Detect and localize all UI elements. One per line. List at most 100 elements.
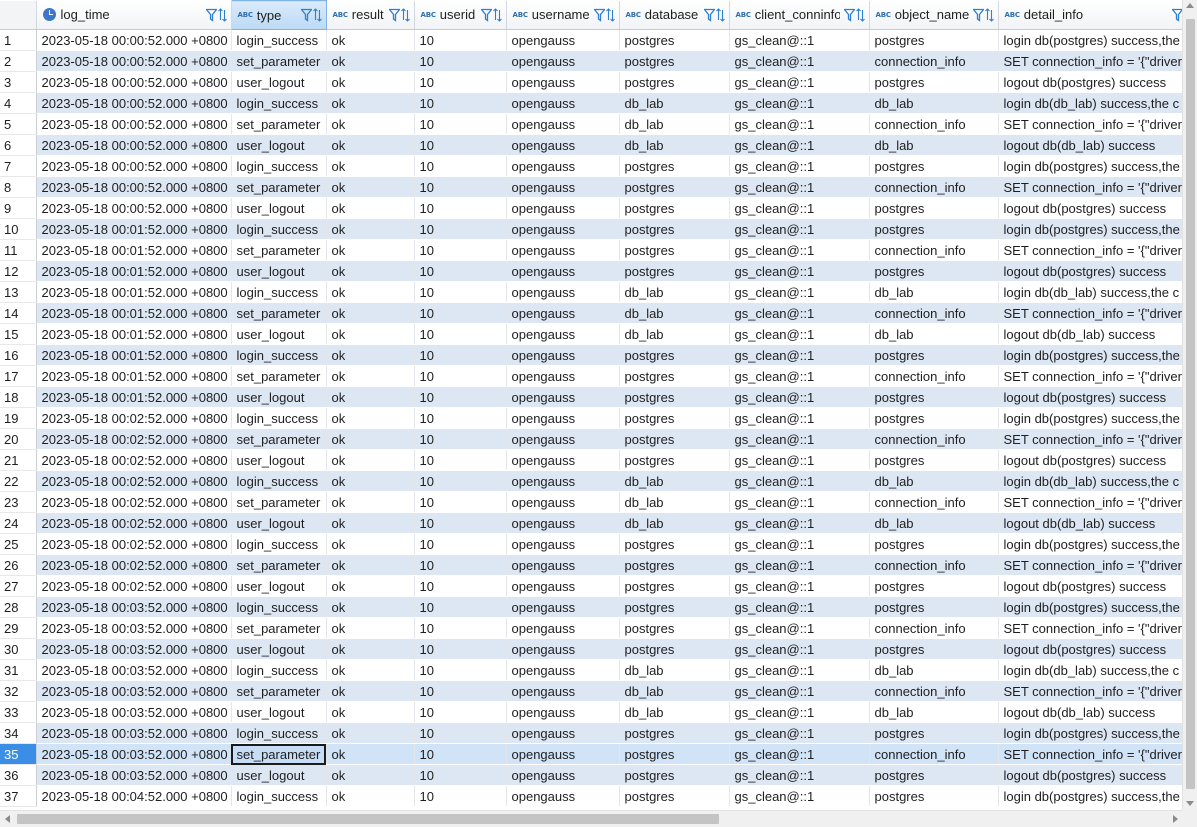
column-header-type[interactable]: ABC type — [230, 0, 327, 30]
cell-client-conninfo[interactable]: gs_clean@::1 — [729, 617, 870, 639]
cell-log-time[interactable]: 2023-05-18 00:02:52.000 +0800 — [36, 491, 232, 513]
filter-icon[interactable] — [1171, 8, 1183, 22]
cell-username[interactable]: opengauss — [506, 29, 620, 51]
cell-detail-info[interactable]: login db(postgres) success,the — [998, 407, 1182, 429]
cell-database[interactable]: db_lab — [619, 323, 730, 345]
cell-result[interactable]: ok — [326, 92, 415, 114]
cell-result[interactable]: ok — [326, 533, 415, 555]
row-number[interactable]: 20 — [0, 428, 37, 450]
cell-detail-info[interactable]: SET connection_info = '{"driver — [998, 743, 1182, 765]
table-row[interactable]: 33 2023-05-18 00:03:52.000 +0800 user_logo… — [0, 701, 1182, 723]
table-row[interactable]: 20 2023-05-18 00:02:52.000 +0800 set_param… — [0, 428, 1182, 450]
cell-object-name[interactable]: db_lab — [869, 281, 999, 303]
cell-log-time[interactable]: 2023-05-18 00:01:52.000 +0800 — [36, 281, 232, 303]
sort-icon[interactable] — [312, 8, 322, 22]
cell-detail-info[interactable]: logout db(postgres) success — [998, 71, 1182, 93]
cell-type[interactable]: user_logout — [231, 512, 327, 534]
cell-username[interactable]: opengauss — [506, 323, 620, 345]
cell-object-name[interactable]: postgres — [869, 260, 999, 282]
cell-object-name[interactable]: db_lab — [869, 470, 999, 492]
cell-userid[interactable]: 10 — [414, 575, 507, 597]
cell-database[interactable]: postgres — [619, 764, 730, 786]
cell-database[interactable]: postgres — [619, 638, 730, 660]
cell-type[interactable]: set_parameter — [231, 680, 327, 702]
row-number[interactable]: 9 — [0, 197, 37, 219]
sort-icon[interactable] — [605, 7, 615, 22]
sort-icon[interactable] — [400, 7, 410, 22]
filter-icon[interactable] — [972, 8, 984, 22]
cell-type[interactable]: user_logout — [231, 701, 327, 723]
cell-database[interactable]: postgres — [619, 533, 730, 555]
cell-username[interactable]: opengauss — [506, 764, 620, 786]
cell-object-name[interactable]: connection_info — [869, 239, 999, 261]
cell-client-conninfo[interactable]: gs_clean@::1 — [729, 92, 870, 114]
cell-object-name[interactable]: postgres — [869, 218, 999, 240]
row-number[interactable]: 32 — [0, 680, 37, 702]
cell-detail-info[interactable]: login db(postgres) success,the — [998, 722, 1182, 744]
cell-result[interactable]: ok — [326, 218, 415, 240]
cell-type[interactable]: login_success — [231, 785, 327, 807]
cell-result[interactable]: ok — [326, 428, 415, 450]
cell-detail-info[interactable]: login db(postgres) success,the — [998, 533, 1182, 555]
row-number[interactable]: 26 — [0, 554, 37, 576]
cell-userid[interactable]: 10 — [414, 113, 507, 135]
row-number[interactable]: 18 — [0, 386, 37, 408]
cell-result[interactable]: ok — [326, 29, 415, 51]
cell-object-name[interactable]: connection_info — [869, 113, 999, 135]
cell-type[interactable]: user_logout — [231, 71, 327, 93]
cell-client-conninfo[interactable]: gs_clean@::1 — [729, 722, 870, 744]
cell-type[interactable]: set_parameter — [231, 239, 327, 261]
cell-client-conninfo[interactable]: gs_clean@::1 — [729, 428, 870, 450]
cell-userid[interactable]: 10 — [414, 764, 507, 786]
cell-type[interactable]: user_logout — [231, 764, 327, 786]
cell-log-time[interactable]: 2023-05-18 00:00:52.000 +0800 — [36, 71, 232, 93]
cell-database[interactable]: postgres — [619, 743, 730, 765]
cell-log-time[interactable]: 2023-05-18 00:02:52.000 +0800 — [36, 428, 232, 450]
sort-icon[interactable] — [715, 7, 725, 22]
cell-client-conninfo[interactable]: gs_clean@::1 — [729, 386, 870, 408]
cell-object-name[interactable]: postgres — [869, 575, 999, 597]
table-row[interactable]: 26 2023-05-18 00:02:52.000 +0800 set_param… — [0, 554, 1182, 576]
cell-result[interactable]: ok — [326, 302, 415, 324]
cell-result[interactable]: ok — [326, 764, 415, 786]
cell-result[interactable]: ok — [326, 239, 415, 261]
row-number[interactable]: 34 — [0, 722, 37, 744]
cell-log-time[interactable]: 2023-05-18 00:02:52.000 +0800 — [36, 512, 232, 534]
cell-database[interactable]: postgres — [619, 71, 730, 93]
cell-userid[interactable]: 10 — [414, 722, 507, 744]
cell-log-time[interactable]: 2023-05-18 00:01:52.000 +0800 — [36, 344, 232, 366]
table-row[interactable]: 18 2023-05-18 00:01:52.000 +0800 user_logo… — [0, 386, 1182, 408]
cell-client-conninfo[interactable]: gs_clean@::1 — [729, 365, 870, 387]
cell-client-conninfo[interactable]: gs_clean@::1 — [729, 134, 870, 156]
table-row[interactable]: 23 2023-05-18 00:02:52.000 +0800 set_param… — [0, 491, 1182, 513]
cell-type[interactable]: login_success — [231, 29, 327, 51]
cell-client-conninfo[interactable]: gs_clean@::1 — [729, 71, 870, 93]
table-row[interactable]: 6 2023-05-18 00:00:52.000 +0800 user_logou… — [0, 134, 1182, 156]
cell-type[interactable]: login_success — [231, 659, 327, 681]
cell-result[interactable]: ok — [326, 701, 415, 723]
cell-result[interactable]: ok — [326, 281, 415, 303]
table-row[interactable]: 37 2023-05-18 00:04:52.000 +0800 login_suc… — [0, 785, 1182, 807]
cell-database[interactable]: db_lab — [619, 92, 730, 114]
cell-object-name[interactable]: postgres — [869, 155, 999, 177]
cell-username[interactable]: opengauss — [506, 344, 620, 366]
cell-username[interactable]: opengauss — [506, 617, 620, 639]
cell-object-name[interactable]: connection_info — [869, 617, 999, 639]
cell-database[interactable]: postgres — [619, 554, 730, 576]
cell-client-conninfo[interactable]: gs_clean@::1 — [729, 764, 870, 786]
cell-detail-info[interactable]: SET connection_info = '{"driver — [998, 554, 1182, 576]
cell-username[interactable]: opengauss — [506, 512, 620, 534]
cell-type[interactable]: user_logout — [231, 386, 327, 408]
cell-database[interactable]: postgres — [619, 575, 730, 597]
column-header-log-time[interactable]: log_time — [36, 0, 232, 30]
cell-client-conninfo[interactable]: gs_clean@::1 — [729, 260, 870, 282]
cell-result[interactable]: ok — [326, 575, 415, 597]
cell-type[interactable]: login_success — [231, 92, 327, 114]
table-row[interactable]: 32 2023-05-18 00:03:52.000 +0800 set_param… — [0, 680, 1182, 702]
cell-database[interactable]: postgres — [619, 617, 730, 639]
cell-detail-info[interactable]: SET connection_info = '{"driver — [998, 428, 1182, 450]
column-header-result[interactable]: ABC result — [326, 0, 415, 30]
table-row[interactable]: 35 2023-05-18 00:03:52.000 +0800 set_param… — [0, 743, 1182, 765]
cell-userid[interactable]: 10 — [414, 449, 507, 471]
sort-icon[interactable] — [855, 7, 865, 22]
